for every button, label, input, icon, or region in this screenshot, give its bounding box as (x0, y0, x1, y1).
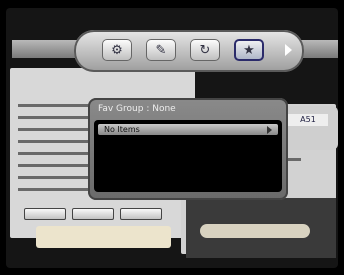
bottom-button-2[interactable] (72, 208, 114, 220)
list-item[interactable]: No Items (98, 124, 278, 135)
list-item-label: No Items (104, 125, 140, 134)
fav-group-dialog: Fav Group : None No Items (88, 98, 288, 200)
side-panel-tag: A51 (288, 114, 328, 126)
edit-list-icon[interactable]: ✎ (146, 39, 176, 61)
bottom-button-3[interactable] (120, 208, 162, 220)
bottom-info-slot (36, 226, 171, 248)
fav-list: No Items (94, 120, 282, 192)
tv-screen: ⚙ ✎ ↻ ★ A51 Fav Group : None No Items (6, 8, 338, 268)
fav-group-icon[interactable]: ★ (234, 39, 264, 61)
move-icon[interactable]: ↻ (190, 39, 220, 61)
dialog-title: Fav Group : None (98, 104, 176, 114)
bottom-button-bar (24, 208, 169, 222)
side-panel: A51 (280, 106, 338, 150)
background-pill (200, 224, 310, 238)
tools-icon[interactable]: ⚙ (102, 39, 132, 61)
background-bottom-panel (186, 198, 336, 258)
bottom-button-1[interactable] (24, 208, 66, 220)
top-toolbar: ⚙ ✎ ↻ ★ (74, 30, 304, 72)
chevron-right-icon (267, 126, 272, 134)
chevron-right-icon[interactable] (285, 44, 292, 56)
